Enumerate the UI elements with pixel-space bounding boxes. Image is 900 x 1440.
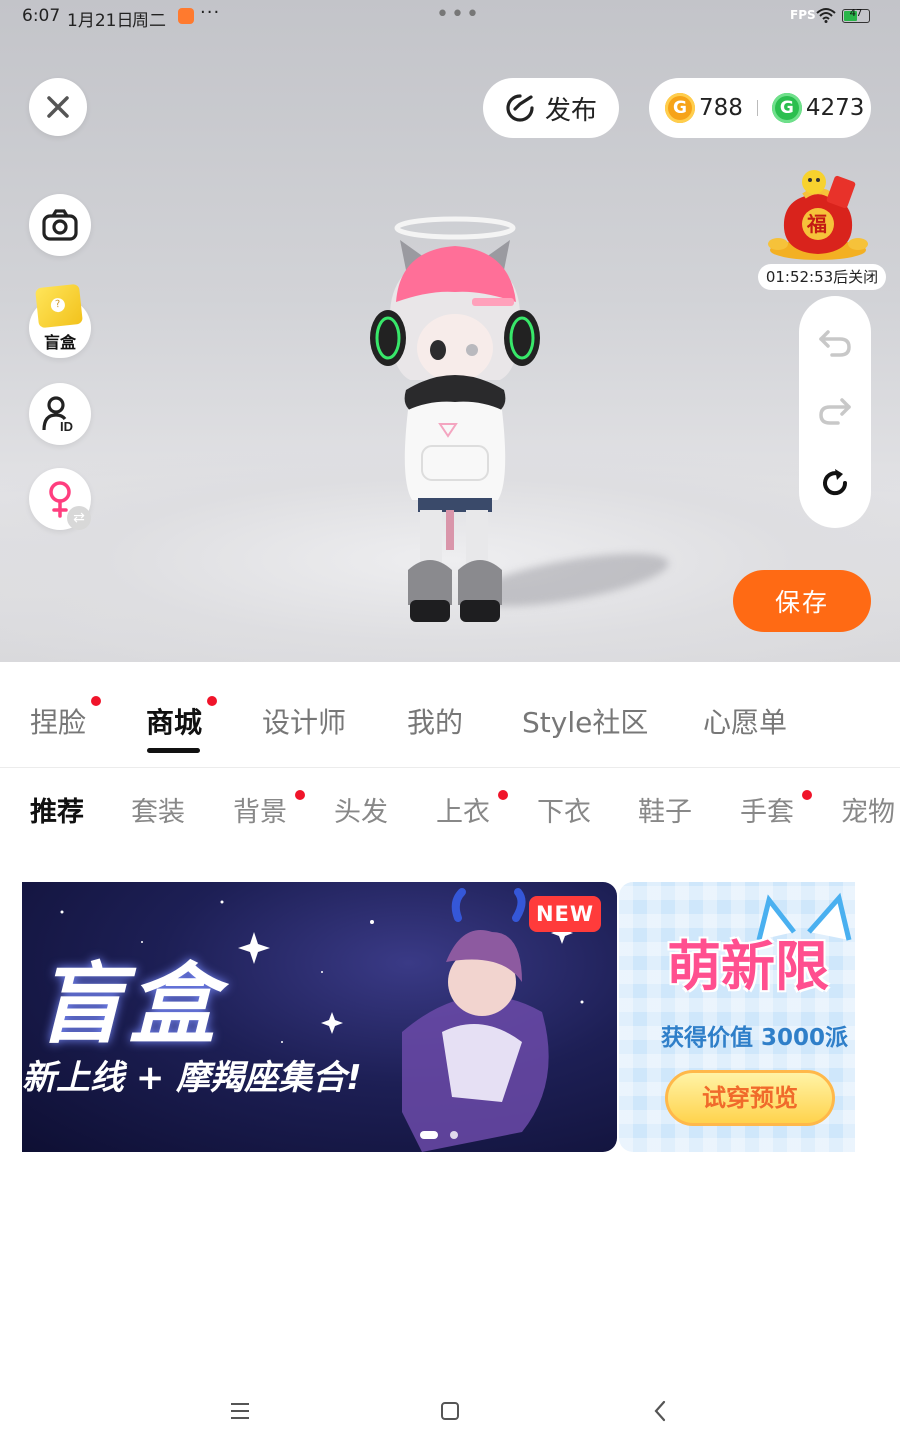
tab-designer[interactable]: 设计师 — [262, 701, 346, 741]
new-badge: NEW — [529, 896, 601, 932]
side-banner-title: 萌新限 — [667, 935, 829, 998]
home-button[interactable] — [430, 1394, 470, 1428]
green-coin-count: 4273 — [805, 95, 865, 121]
status-more-icon: ··· — [200, 2, 221, 23]
event-countdown: 01:52:53后关闭 — [758, 264, 886, 290]
redo-icon — [819, 398, 851, 425]
tab-style-community[interactable]: Style社区 — [522, 701, 648, 741]
wifi-icon — [816, 7, 836, 27]
undo-icon — [819, 330, 851, 357]
menu-icon — [231, 1403, 249, 1419]
category-tab-bar: 推荐 套装 背景 头发 上衣 下衣 鞋子 手套 宠物 — [0, 768, 900, 848]
lucky-bag-event[interactable]: 福 — [766, 168, 870, 264]
active-tab-indicator — [147, 748, 200, 753]
camera-button[interactable] — [29, 194, 91, 256]
tab-wishlist[interactable]: 心愿单 — [703, 701, 787, 741]
green-coin-icon: G — [771, 93, 802, 123]
avatar-id-button[interactable]: ID — [29, 383, 91, 445]
category-tops-badge — [498, 790, 508, 800]
redo-button[interactable] — [799, 386, 871, 436]
status-date: 1月21日 — [67, 11, 134, 31]
category-hair[interactable]: 头发 — [334, 790, 388, 829]
camera-icon — [42, 209, 78, 241]
home-icon — [441, 1402, 459, 1420]
reset-icon — [823, 469, 848, 496]
tab-shop[interactable]: 商城 — [146, 701, 202, 741]
lucky-bag-icon: 福 — [768, 170, 868, 260]
category-pets[interactable]: 宠物 — [841, 790, 895, 829]
category-backgrounds-badge — [295, 790, 305, 800]
close-icon — [47, 96, 69, 118]
status-weekday: 周二 — [132, 11, 166, 31]
tab-face[interactable]: 捏脸 — [30, 701, 86, 741]
carousel-indicator-active — [420, 1131, 438, 1139]
tab-shop-badge — [207, 696, 217, 706]
blindbox-banner[interactable]: 盲盒 新上线 + 摩羯座集合! NEW — [22, 882, 617, 1152]
fps-indicator: FPS — [790, 8, 816, 22]
gender-switch-button[interactable]: ⇄ — [29, 468, 91, 530]
status-time: 6:07 — [22, 6, 61, 26]
main-tab-bar: 捏脸 商城 设计师 我的 Style社区 心愿单 — [0, 663, 900, 768]
category-bottoms[interactable]: 下衣 — [537, 790, 591, 829]
system-nav-bar — [0, 1380, 900, 1440]
status-bar: 6:07 1月21日 周二 ··· ••• FPS 47 — [0, 0, 900, 34]
publish-button[interactable]: 发布 — [483, 78, 619, 138]
back-button[interactable] — [640, 1394, 680, 1428]
tab-face-badge — [91, 696, 101, 706]
category-gloves-badge — [802, 790, 812, 800]
back-icon — [654, 1400, 666, 1422]
side-banner-subtitle: 获得价值 3000派 — [661, 1025, 849, 1051]
avatar-stage[interactable]: 6:07 1月21日 周二 ··· ••• FPS 47 发布 G 788 G … — [0, 0, 900, 662]
swap-icon: ⇄ — [67, 506, 91, 530]
undo-button[interactable] — [799, 318, 871, 368]
tab-mine[interactable]: 我的 — [407, 701, 463, 741]
category-backgrounds[interactable]: 背景 — [233, 790, 287, 829]
reset-button[interactable] — [799, 458, 871, 508]
svg-text:ID: ID — [60, 419, 73, 434]
newbie-limited-banner[interactable]: 萌新限 获得价值 3000派 试穿预览 — [619, 882, 855, 1152]
category-recommended[interactable]: 推荐 — [30, 790, 84, 829]
try-on-preview-button[interactable]: 试穿预览 — [665, 1070, 835, 1126]
currency-display[interactable]: G 788 G 4273 — [649, 78, 871, 138]
publish-label: 发布 — [544, 95, 597, 126]
category-outfits[interactable]: 套装 — [131, 790, 185, 829]
banner-subtitle: 新上线 + 摩羯座集合! — [22, 1058, 362, 1098]
avatar-character[interactable] — [360, 210, 560, 640]
banner-title: 盲盒 — [36, 953, 221, 1056]
gold-coin-count: 788 — [699, 95, 743, 121]
svg-text:福: 福 — [806, 212, 827, 236]
edit-history-panel — [799, 296, 871, 528]
category-gloves[interactable]: 手套 — [740, 790, 794, 829]
user-id-icon: ID — [42, 396, 73, 434]
window-handle-icon[interactable]: ••• — [436, 2, 481, 27]
category-tops[interactable]: 上衣 — [436, 790, 490, 829]
battery-icon: 47 — [842, 8, 870, 23]
blindbox-button[interactable]: ? 盲盒 — [29, 283, 91, 358]
battery-level: 47 — [849, 8, 863, 19]
currency-divider — [756, 100, 758, 116]
blindbox-icon: ? — [35, 283, 83, 329]
carousel-indicator — [450, 1131, 458, 1139]
save-button[interactable]: 保存 — [733, 570, 871, 632]
blindbox-label: 盲盒 — [43, 333, 76, 352]
publish-icon — [506, 94, 534, 122]
gold-coin-icon: G — [665, 93, 695, 123]
close-button[interactable] — [29, 78, 87, 136]
menu-button[interactable] — [220, 1394, 260, 1428]
category-shoes[interactable]: 鞋子 — [638, 790, 692, 829]
notification-app-icon — [178, 8, 194, 24]
